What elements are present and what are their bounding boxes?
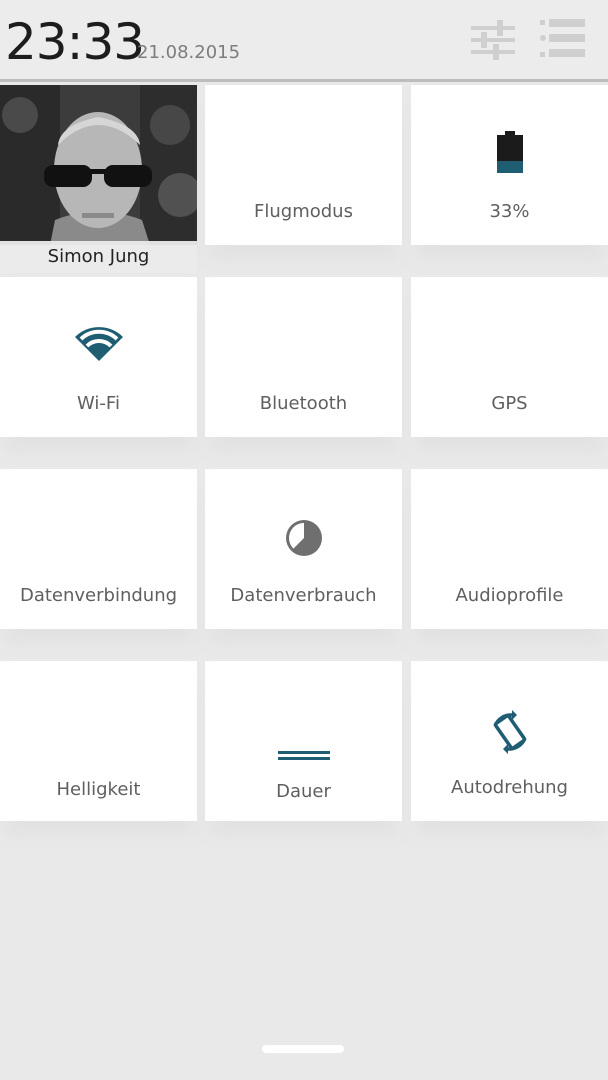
tile-label: Datenverbindung	[19, 585, 178, 606]
profile-tile[interactable]: Simon Jung	[0, 85, 197, 273]
sliders-icon[interactable]	[469, 18, 517, 62]
wifi-icon	[74, 327, 123, 361]
rotate-icon	[492, 710, 527, 754]
date: 21.08.2015	[137, 42, 241, 63]
data-usage-icon	[285, 520, 322, 556]
tile-label: Flugmodus	[254, 201, 353, 222]
profile-name: Simon Jung	[0, 241, 197, 273]
tile-label: GPS	[491, 393, 528, 414]
tile-battery[interactable]: 33%	[411, 85, 608, 245]
tile-label: Bluetooth	[259, 393, 348, 414]
status-header: 23:33 21.08.2015	[0, 0, 608, 82]
tile-label: Autodrehung	[451, 777, 568, 798]
profile-photo	[0, 85, 197, 245]
tile-bluetooth[interactable]: Bluetooth	[205, 277, 402, 437]
clock: 23:33	[5, 13, 145, 71]
tile-label: Datenverbrauch	[230, 585, 377, 606]
tile-audio-profiles[interactable]: Audioprofile	[411, 469, 608, 629]
battery-icon	[496, 131, 523, 173]
tile-data-usage[interactable]: Datenverbrauch	[205, 469, 402, 629]
tile-airplane-mode[interactable]: Flugmodus	[205, 85, 402, 245]
tile-gps[interactable]: GPS	[411, 277, 608, 437]
list-edit-icon[interactable]	[540, 18, 588, 62]
tile-label: Helligkeit	[56, 779, 141, 800]
tile-mobile-data[interactable]: Datenverbindung	[0, 469, 197, 629]
tile-label: 33%	[489, 201, 530, 222]
tile-label: Dauer	[276, 781, 331, 802]
timeout-bar-icon	[277, 751, 330, 760]
tile-label: Audioprofile	[455, 585, 564, 606]
tile-brightness[interactable]: Helligkeit	[0, 661, 197, 821]
tile-wifi[interactable]: Wi-Fi	[0, 277, 197, 437]
tile-auto-rotate[interactable]: Autodrehung	[411, 661, 608, 821]
drag-handle[interactable]	[262, 1045, 344, 1053]
tile-screen-timeout[interactable]: Dauer	[205, 661, 402, 821]
tile-label: Wi-Fi	[77, 393, 120, 414]
